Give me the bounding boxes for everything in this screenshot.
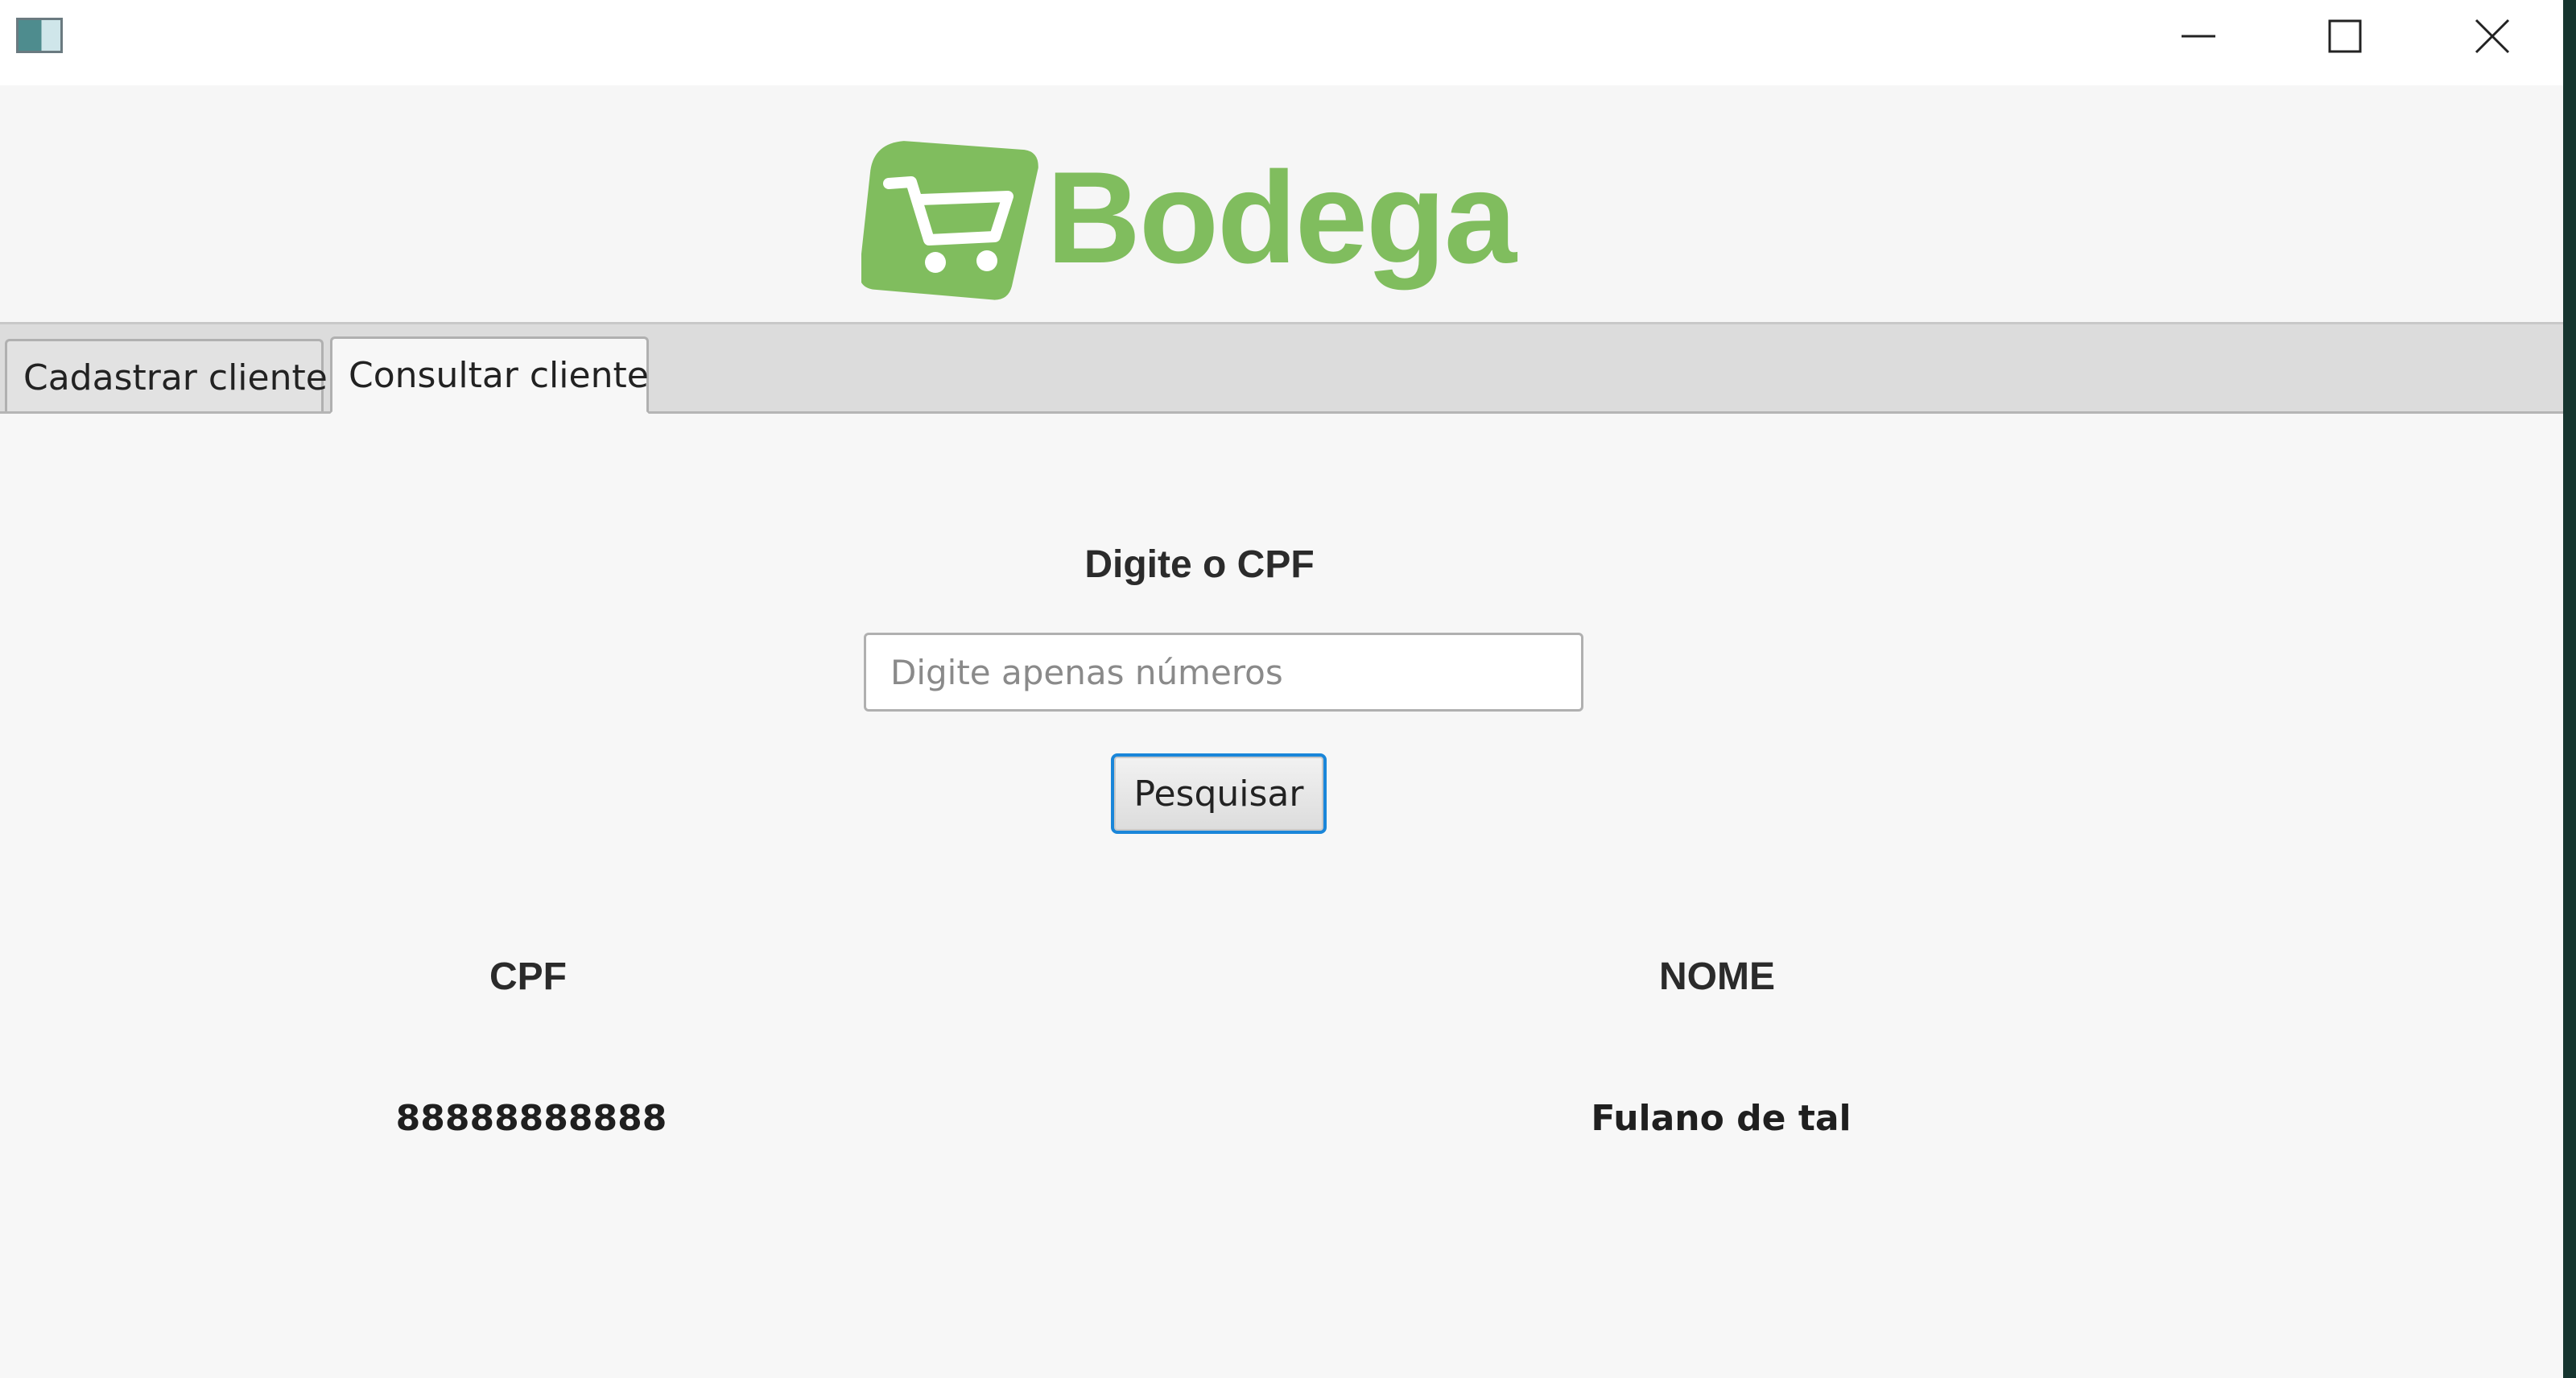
logo-text: Bodega	[1046, 145, 1517, 291]
result-nome-value: Fulano de tal	[1591, 1098, 1852, 1139]
app-window-icon	[16, 18, 63, 53]
logo-banner: Bodega	[0, 85, 2563, 322]
shopping-cart-icon	[861, 141, 1038, 300]
tab-bar: Cadastrar cliente Consultar cliente	[0, 322, 2563, 414]
cpf-prompt-label: Digite o CPF	[1084, 543, 1315, 586]
app-window: Bodega Cadastrar cliente Consultar clien…	[0, 0, 2563, 1378]
cpf-search-input[interactable]	[864, 633, 1583, 712]
search-button[interactable]: Pesquisar	[1111, 753, 1327, 834]
desktop-edge	[2563, 0, 2576, 1378]
close-button[interactable]	[2418, 0, 2563, 72]
consultar-panel: Digite o CPF Pesquisar CPF NOME 88888888…	[0, 414, 2563, 1378]
tab-consultar-cliente[interactable]: Consultar cliente	[330, 336, 649, 414]
close-icon	[2475, 19, 2510, 54]
tab-cadastrar-cliente[interactable]: Cadastrar cliente	[5, 339, 328, 411]
title-bar	[0, 0, 2563, 85]
result-cpf-value: 88888888888	[395, 1098, 667, 1139]
bodega-logo: Bodega	[861, 134, 1517, 303]
minimize-icon	[2182, 35, 2215, 38]
column-header-nome: NOME	[1659, 955, 1775, 998]
maximize-icon	[2328, 19, 2362, 53]
column-header-cpf: CPF	[489, 955, 567, 998]
minimize-button[interactable]	[2125, 0, 2270, 72]
maximize-button[interactable]	[2272, 0, 2417, 72]
